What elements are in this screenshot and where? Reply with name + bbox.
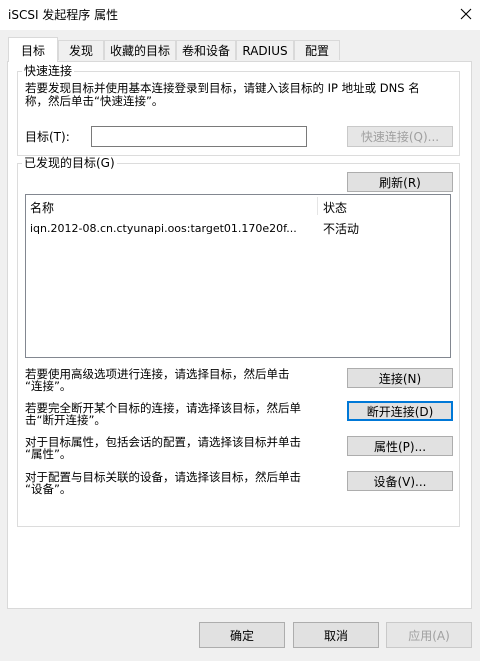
column-header-status[interactable]: 状态: [323, 201, 347, 215]
targets-listview[interactable]: 名称 状态 iqn.2012-08.cn.ctyunapi.oos:target…: [25, 194, 451, 358]
disconnect-button[interactable]: 断开连接(D): [347, 401, 453, 421]
quick-connect-description-line2: 称，然后单击“快速连接”。: [25, 94, 164, 108]
refresh-button[interactable]: 刷新(R): [347, 172, 453, 192]
tab-configuration[interactable]: 配置: [294, 40, 340, 60]
properties-button[interactable]: 属性(P)...: [347, 436, 453, 456]
tab-targets[interactable]: 目标: [8, 37, 58, 62]
connect-description-line2: “连接”。: [25, 379, 72, 393]
disconnect-description-line2: 击“断开连接”。: [25, 413, 106, 427]
target-label: 目标(T):: [25, 130, 70, 144]
connect-button[interactable]: 连接(N): [347, 368, 453, 388]
quick-connect-button[interactable]: 快速连接(Q)...: [347, 126, 453, 147]
tab-volumes-devices[interactable]: 卷和设备: [176, 40, 236, 60]
cancel-button[interactable]: 取消: [293, 622, 379, 648]
target-name-cell: iqn.2012-08.cn.ctyunapi.oos:target01.170…: [30, 222, 297, 235]
tab-discovery[interactable]: 发现: [58, 40, 104, 60]
column-separator[interactable]: [317, 197, 318, 215]
close-button[interactable]: [452, 0, 480, 28]
column-header-name[interactable]: 名称: [30, 201, 54, 215]
properties-description-line2: “属性”。: [25, 447, 72, 461]
devices-button[interactable]: 设备(V)...: [347, 471, 453, 491]
title-bar: iSCSI 发起程序 属性: [0, 0, 480, 30]
ok-button[interactable]: 确定: [199, 622, 285, 648]
window-title: iSCSI 发起程序 属性: [8, 8, 119, 22]
table-row[interactable]: iqn.2012-08.cn.ctyunapi.oos:target01.170…: [26, 219, 450, 237]
tab-favorite-targets[interactable]: 收藏的目标: [104, 40, 176, 60]
apply-button[interactable]: 应用(A): [386, 622, 472, 648]
close-icon: [460, 8, 472, 20]
discovered-targets-title: 已发现的目标(G): [22, 156, 117, 170]
target-status-cell: 不活动: [323, 222, 360, 236]
devices-description-line2: “设备”。: [25, 482, 72, 496]
quick-connect-title: 快速连接: [22, 64, 75, 78]
tab-radius[interactable]: RADIUS: [236, 40, 294, 60]
quick-connect-description-line1: 若要发现目标并使用基本连接登录到目标，请键入该目标的 IP 地址或 DNS 名: [25, 81, 420, 95]
target-input[interactable]: [91, 126, 307, 147]
